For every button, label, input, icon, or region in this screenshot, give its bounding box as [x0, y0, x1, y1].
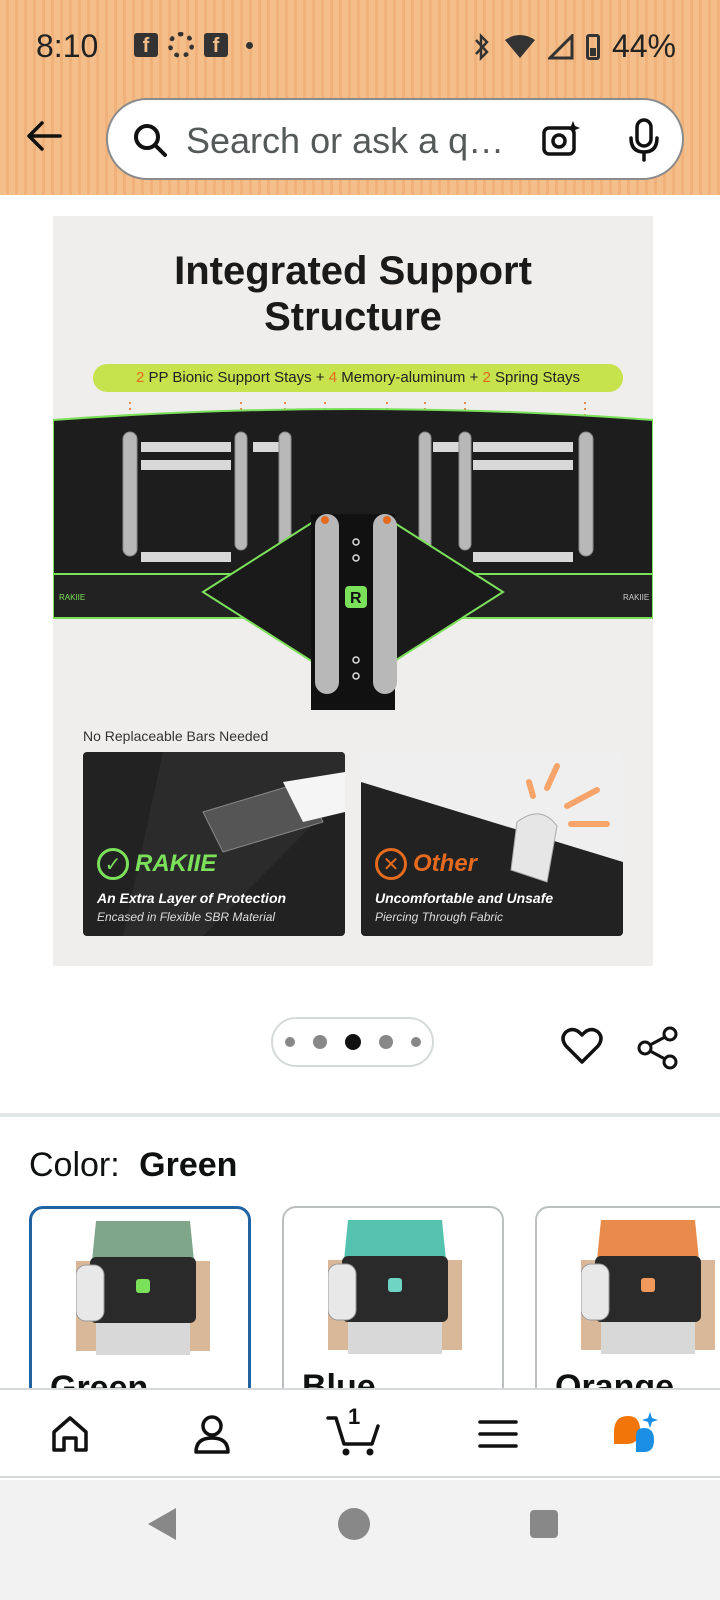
- system-back-icon[interactable]: [148, 1508, 176, 1540]
- search-bar[interactable]: Search or ask a q…: [106, 98, 684, 180]
- microphone-icon[interactable]: [626, 118, 662, 162]
- image-title-line2: Structure: [264, 295, 442, 339]
- check-circle-icon: ✓: [97, 848, 129, 880]
- banner-text-1: PP Bionic Support Stays +: [144, 369, 329, 386]
- banner-num-2: 4: [328, 369, 338, 386]
- fabric-illustration: [361, 763, 623, 936]
- battery-icon: [585, 33, 600, 60]
- pager-dot[interactable]: [284, 1037, 295, 1047]
- color-label: Color: Green: [29, 1146, 237, 1185]
- share-icon[interactable]: [636, 1026, 680, 1070]
- wifi-icon: [504, 34, 535, 58]
- selected-color-name: Green: [139, 1146, 238, 1184]
- comparison-card-rakiie: ✓ RAKIIE An Extra Layer of Protection En…: [83, 752, 345, 936]
- image-title-line1: Integrated Support: [174, 249, 532, 293]
- x-circle-icon: ✕: [375, 848, 407, 880]
- color-label-prefix: Color:: [29, 1146, 120, 1184]
- bluetooth-icon: [475, 32, 489, 61]
- section-divider: [0, 1113, 720, 1117]
- settings-icon: [168, 32, 194, 58]
- system-recents-icon[interactable]: [530, 1510, 558, 1538]
- other-badge: ✕ Other: [375, 848, 477, 880]
- product-thumbnail: [328, 1220, 462, 1354]
- rakiie-badge: ✓ RAKIIE: [97, 848, 216, 880]
- camera-scan-icon[interactable]: [540, 118, 582, 160]
- other-brand: Other: [413, 850, 478, 877]
- image-note: No Replaceable Bars Needed: [83, 728, 269, 744]
- rakiie-subcaption: Encased in Flexible SBR Material: [97, 910, 276, 924]
- rufus-ai-icon[interactable]: [610, 1410, 658, 1458]
- cart-count: 1: [348, 1404, 361, 1429]
- facebook-icon: f: [204, 33, 228, 57]
- heart-icon[interactable]: [560, 1024, 604, 1068]
- rakiie-caption: An Extra Layer of Protection: [97, 890, 287, 906]
- pager-dot[interactable]: [378, 1035, 393, 1049]
- rakiie-brand: RAKIIE: [135, 850, 217, 877]
- account-icon[interactable]: [188, 1410, 236, 1458]
- comparison-card-other: ✕ Other Uncomfortable and Unsafe Piercin…: [361, 752, 623, 936]
- system-navigation-bar: [0, 1480, 720, 1600]
- strap-illustration: [123, 752, 345, 936]
- color-swatch-orange[interactable]: Orange: [535, 1206, 720, 1406]
- pager-dot-active[interactable]: [344, 1034, 361, 1050]
- menu-icon[interactable]: [474, 1410, 522, 1458]
- home-icon[interactable]: [46, 1410, 94, 1458]
- pager-dot[interactable]: [410, 1037, 421, 1047]
- signal-icon: [547, 33, 574, 59]
- status-right: 44%: [472, 28, 676, 65]
- search-input[interactable]: Search or ask a q…: [186, 120, 526, 162]
- status-time: 8:10: [36, 28, 99, 64]
- banner-text-2: Memory-aluminum +: [337, 369, 483, 386]
- notification-icons: f f: [134, 32, 253, 58]
- top-header-band: 8:10 f f 44% Search or ask a q…: [0, 0, 720, 195]
- system-home-icon[interactable]: [338, 1508, 370, 1540]
- other-subcaption: Piercing Through Fabric: [375, 910, 504, 924]
- product-thumbnail: [581, 1220, 715, 1354]
- banner-text-3: Spring Stays: [490, 369, 581, 386]
- svg-text:R: R: [350, 590, 362, 607]
- other-caption: Uncomfortable and Unsafe: [375, 890, 554, 906]
- back-brace-illustration: RAKIIE RAKIIE R: [53, 402, 653, 710]
- cart-button[interactable]: 1: [326, 1404, 382, 1458]
- product-thumbnail: [76, 1221, 210, 1355]
- product-image[interactable]: Integrated Support Structure 2 PP Bionic…: [53, 216, 653, 966]
- image-title: Integrated Support Structure: [53, 248, 653, 340]
- svg-text:RAKIIE: RAKIIE: [59, 593, 85, 602]
- pager-dot[interactable]: [312, 1035, 327, 1049]
- image-carousel-pager[interactable]: [271, 1017, 434, 1067]
- back-arrow-icon[interactable]: [24, 116, 64, 156]
- color-swatch-blue[interactable]: Blue: [282, 1206, 504, 1406]
- status-bar: 8:10 f f 44%: [0, 18, 720, 74]
- bottom-navigation: 1: [0, 1388, 720, 1478]
- color-swatch-green[interactable]: Green: [29, 1206, 251, 1406]
- banner-num-3: 2: [482, 369, 491, 386]
- dot-icon: [246, 41, 253, 49]
- battery-percent: 44%: [611, 28, 676, 64]
- facebook-icon: f: [134, 33, 158, 57]
- search-icon: [134, 124, 167, 157]
- svg-text:RAKIIE: RAKIIE: [623, 593, 649, 602]
- stays-banner: 2 PP Bionic Support Stays + 4 Memory-alu…: [93, 364, 623, 392]
